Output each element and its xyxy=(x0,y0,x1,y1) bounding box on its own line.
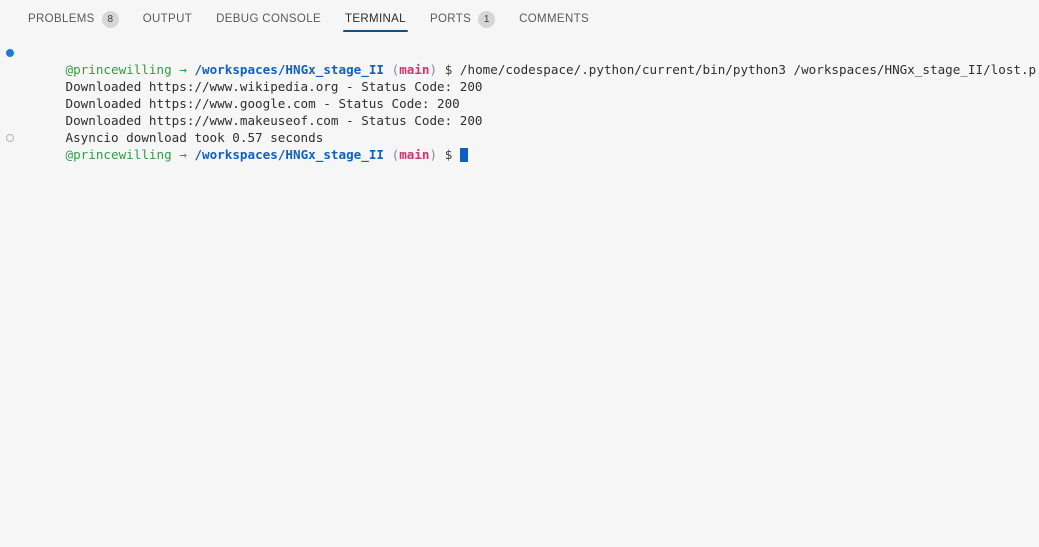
panel-tab-bar: PROBLEMS 8 OUTPUT DEBUG CONSOLE TERMINAL… xyxy=(0,0,1039,39)
prompt-user: @princewilling xyxy=(65,147,172,162)
prompt-decoration-marker-icon xyxy=(6,134,14,142)
tab-debug-console-label: DEBUG CONSOLE xyxy=(216,12,321,25)
tab-debug-console[interactable]: DEBUG CONSOLE xyxy=(204,0,333,39)
terminal-cursor[interactable] xyxy=(459,148,468,162)
terminal-output-line: Downloaded https://www.wikipedia.org - S… xyxy=(0,61,1039,94)
tab-problems[interactable]: PROBLEMS 8 xyxy=(16,0,131,39)
tab-terminal[interactable]: TERMINAL xyxy=(333,0,418,39)
terminal-command-line: @princewilling → /workspaces/HNGx_stage_… xyxy=(0,44,1039,77)
terminal-output-line: Asyncio download took 0.57 seconds xyxy=(0,112,1039,145)
tab-comments-label: COMMENTS xyxy=(519,12,589,25)
tab-ports-badge: 1 xyxy=(478,11,496,28)
command-decoration-marker-icon xyxy=(6,49,14,57)
prompt-git-branch: main xyxy=(399,147,430,162)
terminal-output-line: Downloaded https://www.google.com - Stat… xyxy=(0,78,1039,111)
tab-terminal-label: TERMINAL xyxy=(344,12,406,25)
prompt-arrow-icon: → xyxy=(179,147,187,162)
prompt-space-4 xyxy=(437,147,445,162)
tab-ports[interactable]: PORTS 1 xyxy=(418,0,507,39)
tab-comments[interactable]: COMMENTS xyxy=(507,0,601,39)
terminal-output-line: Downloaded https://www.makeuseof.com - S… xyxy=(0,95,1039,128)
tab-problems-label: PROBLEMS xyxy=(28,12,95,25)
prompt-space-5 xyxy=(452,147,460,162)
prompt-paren-close: ) xyxy=(429,147,438,162)
terminal-output-area[interactable]: @princewilling → /workspaces/HNGx_stage_… xyxy=(0,39,1039,547)
terminal-active-prompt-line: @princewilling → /workspaces/HNGx_stage_… xyxy=(0,129,1039,162)
prompt-space-3 xyxy=(384,147,392,162)
tab-ports-label: PORTS xyxy=(429,12,472,25)
tab-output-label: OUTPUT xyxy=(142,12,193,25)
prompt-path: /workspaces/HNGx_stage_II xyxy=(194,147,384,162)
tab-output[interactable]: OUTPUT xyxy=(131,0,204,39)
terminal-panel-window: PROBLEMS 8 OUTPUT DEBUG CONSOLE TERMINAL… xyxy=(0,0,1039,547)
tab-problems-badge: 8 xyxy=(101,11,119,28)
tab-terminal-active-underline xyxy=(342,30,408,32)
